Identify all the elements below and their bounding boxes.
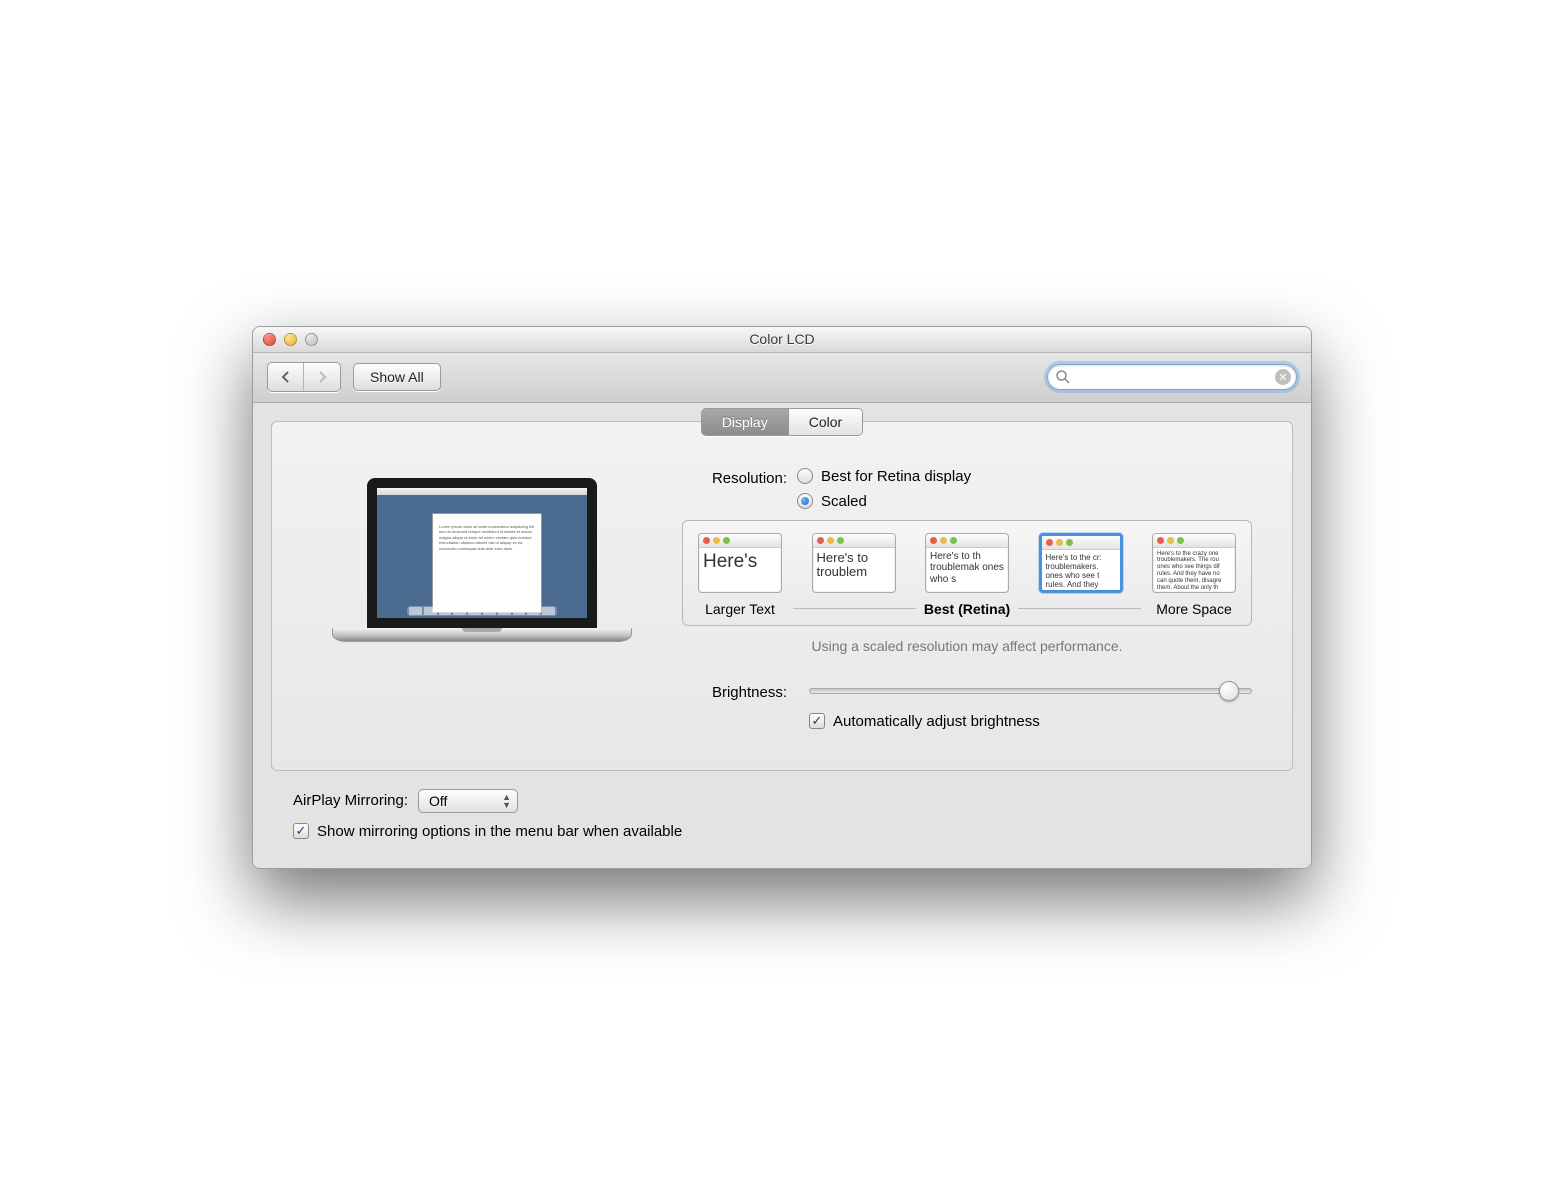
tab-display-label: Display <box>722 414 768 430</box>
airplay-row: AirPlay Mirroring: Off ▲▼ <box>293 789 1271 813</box>
scale-box: Here's Here's to troublem Here's to th tro… <box>682 520 1252 626</box>
search-icon <box>1055 369 1071 385</box>
scale-option-4[interactable]: Here's to the crazy one troublemakers. T… <box>1149 533 1239 593</box>
auto-brightness-label: Automatically adjust brightness <box>833 713 1040 730</box>
thumb-titlebar <box>1042 536 1120 550</box>
radio-scaled[interactable]: Scaled <box>797 493 971 510</box>
tab-color-label: Color <box>809 414 842 430</box>
airplay-select[interactable]: Off ▲▼ <box>418 789 518 813</box>
scale-option-2[interactable]: Here's to th troublemak ones who s <box>922 533 1012 593</box>
airplay-label: AirPlay Mirroring: <box>293 792 408 809</box>
thumb-text: Here's to th troublemak ones who s <box>926 548 1008 589</box>
thumb-text: Here's to troublem <box>813 548 895 584</box>
scale-thumb: Here's to the crazy one troublemakers. T… <box>1152 533 1236 593</box>
nav-segmented <box>267 362 341 392</box>
thumb-text: Here's <box>699 548 781 576</box>
show-mirroring-label: Show mirroring options in the menu bar w… <box>317 823 682 840</box>
preferences-window: Color LCD Show All ✕ Display <box>252 326 1312 869</box>
panel-body: Lorem ipsum dolor sit amet consectetur a… <box>272 448 1292 730</box>
titlebar: Color LCD <box>253 327 1311 353</box>
scale-options: Here's Here's to troublem Here's to th tro… <box>695 533 1239 593</box>
brightness-row: Brightness: <box>682 682 1252 701</box>
scale-right-label: More Space <box>1149 601 1239 617</box>
scale-option-0[interactable]: Here's <box>695 533 785 593</box>
close-icon[interactable] <box>263 333 276 346</box>
thumb-titlebar <box>699 534 781 548</box>
chevron-right-icon <box>317 371 327 383</box>
scale-hint: Using a scaled resolution may affect per… <box>682 638 1252 654</box>
thumb-titlebar <box>813 534 895 548</box>
traffic-lights <box>253 333 318 346</box>
show-mirroring-row[interactable]: ✓ Show mirroring options in the menu bar… <box>293 823 1271 840</box>
scale-thumb: Here's to th troublemak ones who s <box>925 533 1009 593</box>
thumb-text: Here's to the crazy one troublemakers. T… <box>1153 548 1235 593</box>
thumb-titlebar <box>1153 534 1235 548</box>
slider-knob-icon[interactable] <box>1219 681 1239 701</box>
tab-color[interactable]: Color <box>789 409 862 435</box>
show-all-label: Show All <box>370 369 424 385</box>
auto-brightness-row[interactable]: ✓ Automatically adjust brightness <box>809 713 1252 730</box>
search-wrap: ✕ <box>1047 364 1297 390</box>
zoom-icon[interactable] <box>305 333 318 346</box>
scale-option-3[interactable]: Here's to the cr: troublemakers. ones wh… <box>1036 533 1126 593</box>
brightness-label: Brightness: <box>682 682 797 701</box>
updown-icon: ▲▼ <box>502 793 511 809</box>
checkbox-icon: ✓ <box>293 823 309 839</box>
toolbar: Show All ✕ <box>253 353 1311 403</box>
radio-icon <box>797 493 813 509</box>
scale-left-label: Larger Text <box>695 601 785 617</box>
footer: AirPlay Mirroring: Off ▲▼ ✓ Show mirrori… <box>271 771 1293 850</box>
scale-thumb: Here's <box>698 533 782 593</box>
radio-scaled-label: Scaled <box>821 493 867 510</box>
minimize-icon[interactable] <box>284 333 297 346</box>
brightness-slider[interactable] <box>809 688 1252 694</box>
radio-best-label: Best for Retina display <box>821 468 971 485</box>
content: Display Color Lorem ipsum dolor sit amet… <box>253 403 1311 868</box>
radio-icon <box>797 468 813 484</box>
resolution-row: Resolution: Best for Retina display Scal… <box>682 468 1252 510</box>
controls: Resolution: Best for Retina display Scal… <box>682 468 1252 730</box>
clear-search-icon[interactable]: ✕ <box>1275 369 1291 385</box>
display-preview: Lorem ipsum dolor sit amet consectetur a… <box>312 468 652 730</box>
scale-labels: Larger Text Best (Retina) More Space <box>695 601 1239 617</box>
radio-best[interactable]: Best for Retina display <box>797 468 971 485</box>
checkbox-icon: ✓ <box>809 713 825 729</box>
scale-mid-label: Best (Retina) <box>924 601 1010 617</box>
scale-thumb: Here's to the cr: troublemakers. ones wh… <box>1039 533 1123 593</box>
scale-mid: Best (Retina) <box>785 601 1149 617</box>
laptop-icon: Lorem ipsum dolor sit amet consectetur a… <box>332 478 632 642</box>
scale-thumb: Here's to troublem <box>812 533 896 593</box>
resolution-label: Resolution: <box>682 468 797 487</box>
show-all-button[interactable]: Show All <box>353 363 441 391</box>
back-button[interactable] <box>268 363 304 391</box>
airplay-value: Off <box>429 793 447 809</box>
search-input[interactable] <box>1047 364 1297 390</box>
thumb-titlebar <box>926 534 1008 548</box>
tabs: Display Color <box>701 408 863 436</box>
resolution-radios: Best for Retina display Scaled <box>797 468 971 510</box>
tab-display[interactable]: Display <box>702 409 789 435</box>
tabbar: Display Color <box>272 408 1292 436</box>
scale-option-1[interactable]: Here's to troublem <box>809 533 899 593</box>
thumb-text: Here's to the cr: troublemakers. ones wh… <box>1042 550 1120 593</box>
chevron-left-icon <box>281 371 291 383</box>
window-title: Color LCD <box>253 331 1311 347</box>
forward-button[interactable] <box>304 363 340 391</box>
display-panel: Display Color Lorem ipsum dolor sit amet… <box>271 421 1293 771</box>
